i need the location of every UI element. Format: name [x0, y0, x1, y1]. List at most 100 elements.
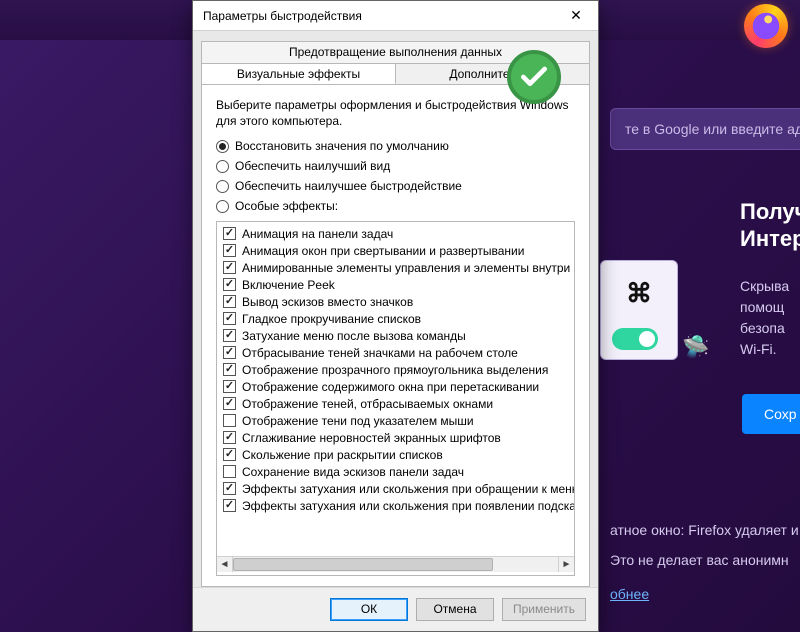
effect-label: Сглаживание неровностей экранных шрифтов	[242, 431, 501, 445]
radio-label: Обеспечить наилучшее быстродействие	[235, 179, 462, 193]
checkbox-icon	[223, 261, 236, 274]
effect-item[interactable]: Отображение прозрачного прямоугольника в…	[217, 361, 574, 378]
ff-heading-line2: Интер	[740, 225, 800, 253]
ff-note-line2: Это не делает вас анонимн	[610, 550, 789, 571]
scroll-track[interactable]	[233, 557, 558, 572]
radio-option-2[interactable]: Обеспечить наилучшее быстродействие	[216, 179, 575, 193]
effect-item[interactable]: Эффекты затухания или скольжения при поя…	[217, 497, 574, 514]
firefox-cta-button[interactable]: Сохр	[742, 394, 800, 434]
ff-body-line3: безопа	[740, 318, 785, 339]
ff-heading-line1: Получ	[740, 198, 800, 226]
effect-label: Отображение прозрачного прямоугольника в…	[242, 363, 548, 377]
effect-label: Эффекты затухания или скольжения при обр…	[242, 482, 574, 496]
scroll-thumb[interactable]	[233, 558, 493, 571]
checkbox-icon	[223, 431, 236, 444]
effect-item[interactable]: Отображение содержимого окна при перетас…	[217, 378, 574, 395]
checkbox-icon	[223, 227, 236, 240]
dialog-title: Параметры быстродействия	[203, 9, 554, 23]
effect-item[interactable]: Включение Peek	[217, 276, 574, 293]
checkbox-icon	[223, 465, 236, 478]
radio-icon	[216, 160, 229, 173]
radio-label: Восстановить значения по умолчанию	[235, 139, 449, 153]
checkbox-icon	[223, 363, 236, 376]
effect-label: Отображение тени под указателем мыши	[242, 414, 474, 428]
network-icon: ⌘	[623, 277, 655, 309]
tab-visual-effects[interactable]: Визуальные эффекты	[202, 64, 396, 84]
effect-item[interactable]: Отображение теней, отбрасываемых окнами	[217, 395, 574, 412]
effect-label: Анимация на панели задач	[242, 227, 393, 241]
checkbox-icon	[223, 397, 236, 410]
effect-label: Анимация окон при свертывании и разверты…	[242, 244, 524, 258]
checkbox-icon	[223, 448, 236, 461]
effect-item[interactable]: Вывод эскизов вместо значков	[217, 293, 574, 310]
radio-option-0[interactable]: Восстановить значения по умолчанию	[216, 139, 575, 153]
effect-item[interactable]: Отбрасывание теней значками на рабочем с…	[217, 344, 574, 361]
effect-item[interactable]: Сохранение вида эскизов панели задач	[217, 463, 574, 480]
firefox-logo-icon	[744, 4, 788, 48]
effect-item[interactable]: Гладкое прокручивание списков	[217, 310, 574, 327]
effect-label: Сохранение вида эскизов панели задач	[242, 465, 464, 479]
cancel-button[interactable]: Отмена	[416, 598, 494, 621]
radio-group-mode: Восстановить значения по умолчанию Обеспе…	[216, 139, 575, 213]
checkbox-icon	[223, 329, 236, 342]
effect-item[interactable]: Скольжение при раскрытии списков	[217, 446, 574, 463]
checkbox-icon	[223, 414, 236, 427]
checkbox-icon	[223, 295, 236, 308]
checkbox-icon	[223, 380, 236, 393]
titlebar: Параметры быстродействия ✕	[193, 1, 598, 31]
effects-list: Анимация на панели задач Анимация окон пр…	[216, 221, 575, 576]
dialog-button-row: ОК Отмена Применить	[193, 587, 598, 631]
effect-item[interactable]: Отображение тени под указателем мыши	[217, 412, 574, 429]
ff-note-line1: атное окно: Firefox удаляет и	[610, 520, 799, 541]
effect-label: Вывод эскизов вместо значков	[242, 295, 413, 309]
visual-effects-description: Выберите параметры оформления и быстроде…	[216, 97, 575, 129]
ff-body-line1: Скрыва	[740, 276, 789, 297]
effect-label: Скольжение при раскрытии списков	[242, 448, 443, 462]
effect-item[interactable]: Анимированные элементы управления и элем…	[217, 259, 574, 276]
close-icon: ✕	[570, 7, 582, 24]
effect-label: Отображение теней, отбрасываемых окнами	[242, 397, 493, 411]
ff-body-line4: Wi-Fi.	[740, 339, 777, 360]
close-button[interactable]: ✕	[554, 1, 598, 31]
checkbox-icon	[223, 244, 236, 257]
radio-option-3[interactable]: Особые эффекты:	[216, 199, 575, 213]
checkbox-icon	[223, 346, 236, 359]
effect-label: Отбрасывание теней значками на рабочем с…	[242, 346, 518, 360]
tab-page-visual: Выберите параметры оформления и быстроде…	[201, 85, 590, 587]
firefox-cta-label: Сохр	[764, 406, 797, 422]
radio-label: Особые эффекты:	[235, 199, 338, 213]
scroll-left-arrow-icon[interactable]: ◄	[217, 557, 233, 572]
radio-icon	[216, 200, 229, 213]
effect-label: Эффекты затухания или скольжения при поя…	[242, 499, 574, 513]
effect-label: Отображение содержимого окна при перетас…	[242, 380, 539, 394]
apply-button[interactable]: Применить	[502, 598, 586, 621]
effect-label: Затухание меню после вызова команды	[242, 329, 466, 343]
rocket-icon: 🛸	[682, 334, 708, 360]
firefox-search-field[interactable]: те в Google или введите адр	[610, 108, 800, 150]
radio-icon	[216, 180, 229, 193]
effect-item[interactable]: Затухание меню после вызова команды	[217, 327, 574, 344]
checkbox-icon	[223, 499, 236, 512]
ff-more-link[interactable]: обнее	[610, 584, 649, 605]
effect-label: Анимированные элементы управления и элем…	[242, 261, 574, 275]
effect-item[interactable]: Эффекты затухания или скольжения при обр…	[217, 480, 574, 497]
dialog-body: Предотвращение выполнения данных Визуаль…	[193, 31, 598, 587]
radio-icon	[216, 140, 229, 153]
checkbox-icon	[223, 482, 236, 495]
radio-option-1[interactable]: Обеспечить наилучший вид	[216, 159, 575, 173]
effects-horizontal-scrollbar[interactable]: ◄ ►	[217, 556, 574, 572]
checkbox-icon	[223, 278, 236, 291]
effect-label: Гладкое прокручивание списков	[242, 312, 421, 326]
success-badge	[507, 50, 561, 104]
ok-button[interactable]: ОК	[330, 598, 408, 621]
effect-label: Включение Peek	[242, 278, 335, 292]
firefox-search-placeholder: те в Google или введите адр	[625, 121, 800, 137]
checkmark-icon	[518, 61, 550, 93]
ff-illustration-toggle	[612, 328, 658, 350]
effect-item[interactable]: Сглаживание неровностей экранных шрифтов	[217, 429, 574, 446]
scroll-right-arrow-icon[interactable]: ►	[558, 557, 574, 572]
effect-item[interactable]: Анимация на панели задач	[217, 225, 574, 242]
radio-label: Обеспечить наилучший вид	[235, 159, 390, 173]
effect-item[interactable]: Анимация окон при свертывании и разверты…	[217, 242, 574, 259]
checkbox-icon	[223, 312, 236, 325]
